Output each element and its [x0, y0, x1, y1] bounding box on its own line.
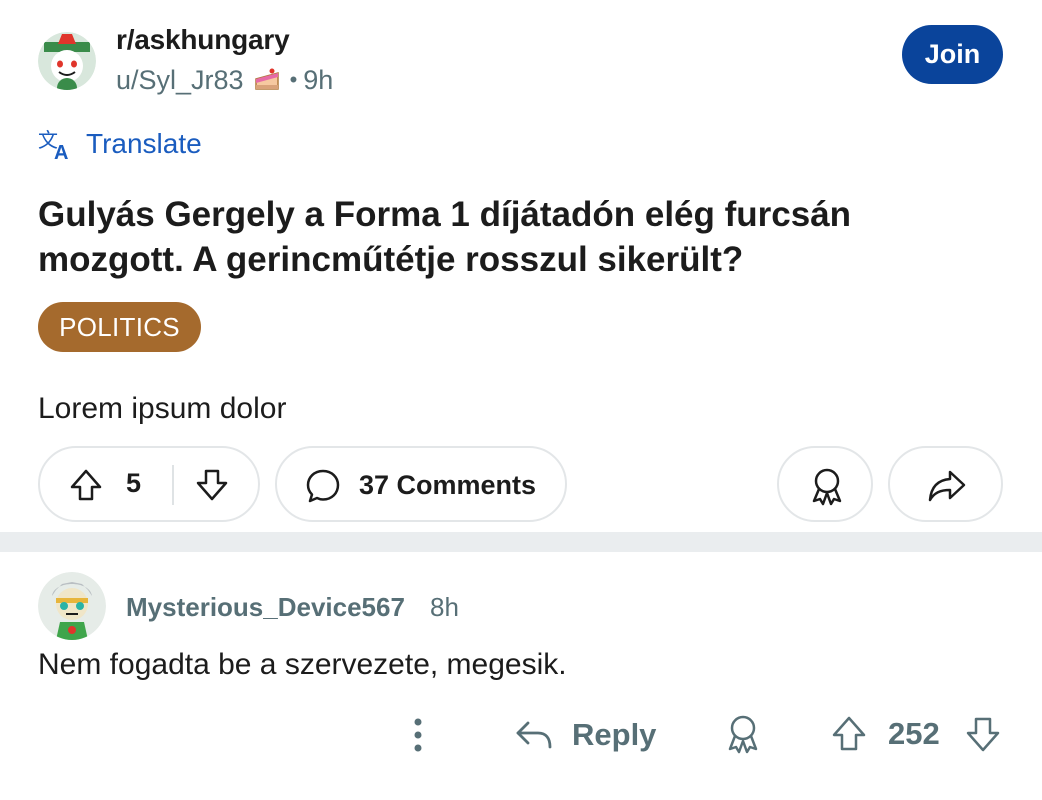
award-icon: [812, 468, 842, 506]
share-button[interactable]: [888, 446, 1003, 522]
comment-award-icon[interactable]: [722, 712, 764, 756]
post-author[interactable]: u/Syl_Jr83: [116, 65, 244, 96]
comment-author-avatar[interactable]: [38, 572, 106, 640]
comment-score: 252: [888, 716, 940, 751]
svg-text:A: A: [54, 142, 68, 161]
translate-label: Translate: [86, 128, 202, 159]
vote-divider: [172, 465, 174, 505]
downvote-icon[interactable]: [194, 467, 230, 503]
post-meta: u/Syl_Jr83 • 9h: [116, 64, 333, 96]
more-options-icon[interactable]: [402, 714, 434, 756]
comment-bubble-icon: [306, 469, 340, 503]
subreddit-name[interactable]: r/askhungary: [116, 24, 290, 56]
comment-age: 8h: [430, 592, 459, 622]
comments-button[interactable]: 37 Comments: [275, 446, 567, 522]
post-age: 9h: [303, 64, 334, 95]
comment-text: Nem fogadta be a szervezete, megesik.: [38, 648, 567, 681]
reply-label: Reply: [572, 717, 657, 752]
translate-icon: 文 A: [38, 128, 68, 161]
post-card: r/askhungary u/Syl_Jr83 • 9h Join 文 A Tr…: [0, 0, 1042, 532]
award-button[interactable]: [777, 446, 873, 522]
vote-bar: 5: [38, 446, 260, 522]
comment-downvote-icon[interactable]: [964, 714, 1002, 754]
share-icon: [928, 470, 966, 502]
comments-label: 37 Comments: [359, 470, 537, 500]
section-divider: [0, 532, 1042, 552]
post-score: 5: [126, 468, 142, 498]
reply-icon: [516, 721, 552, 749]
cake-day-icon: [252, 65, 282, 95]
comment-actions: Reply 252: [0, 710, 1042, 760]
post-body: Lorem ipsum dolor: [38, 392, 287, 425]
comment-author[interactable]: Mysterious_Device567: [126, 592, 405, 623]
reply-button[interactable]: Reply: [514, 714, 656, 756]
post-title[interactable]: Gulyás Gergely a Forma 1 díjátadón elég …: [38, 192, 978, 282]
subreddit-avatar[interactable]: [38, 32, 96, 90]
meta-separator: •: [289, 67, 298, 92]
upvote-icon[interactable]: [68, 467, 104, 503]
comment-item: Mysterious_Device567 8h Nem fogadta be a…: [0, 552, 1042, 800]
translate-link[interactable]: 文 A Translate: [38, 124, 202, 164]
post-flair[interactable]: POLITICS: [38, 302, 201, 352]
comment-upvote-icon[interactable]: [830, 714, 868, 754]
join-button[interactable]: Join: [902, 25, 1003, 84]
